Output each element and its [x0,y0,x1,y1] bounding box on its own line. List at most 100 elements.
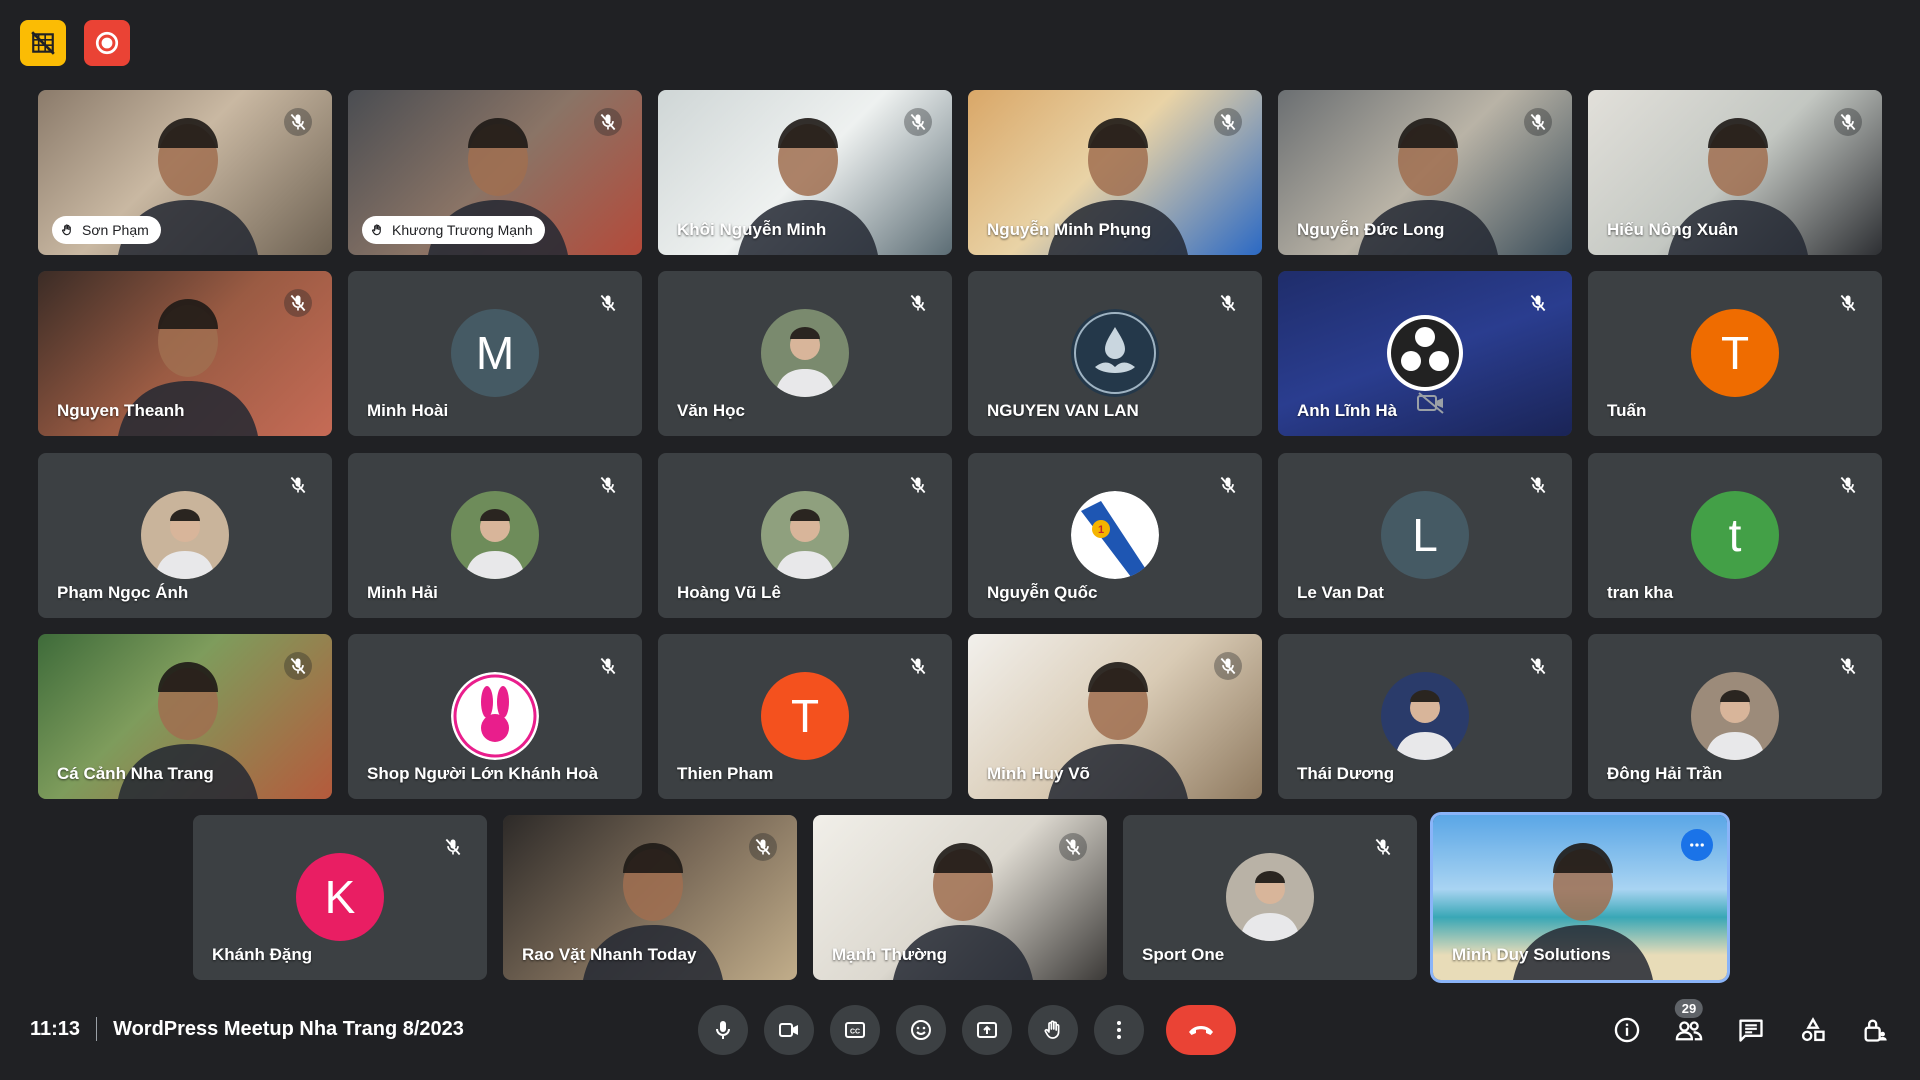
participant-tile[interactable]: Cá Cảnh Nha Trang [38,634,332,799]
participant-tile[interactable]: T Thien Pham [658,634,952,799]
participant-name: NGUYEN VAN LAN [987,401,1139,420]
participant-tile[interactable]: Nguyễn Đức Long [1278,90,1572,255]
activities-button[interactable] [1788,1005,1838,1055]
participant-name: Minh Hoài [367,401,449,420]
raise-hand-button[interactable] [1028,1005,1078,1055]
mic-off-icon [445,838,461,856]
participant-name: Nguyễn Minh Phụng [987,220,1152,239]
participant-name: tran kha [1607,583,1674,602]
participant-name: Minh Duy Solutions [1452,945,1611,964]
mic-muted-indicator [594,471,622,499]
participant-tile[interactable]: Minh Duy Solutions [1433,815,1727,980]
captions-button[interactable]: CC [830,1005,880,1055]
mic-muted-indicator [904,108,932,136]
participant-tile[interactable]: NGUYEN VAN LAN [968,271,1262,436]
leave-call-button[interactable] [1166,1005,1236,1055]
avatar-letter: T [790,690,820,742]
participant-tile[interactable]: Sport One [1123,815,1417,980]
mic-off-icon [600,476,616,494]
participant-count-badge: 29 [1674,999,1704,1018]
captions-icon: CC [845,1022,865,1038]
profile-photo [1381,672,1469,760]
participant-name: Anh Lĩnh Hà [1297,401,1398,420]
reactions-button[interactable] [896,1005,946,1055]
mic-off-icon [1220,294,1236,312]
participant-name: Phạm Ngọc Ánh [57,583,189,602]
chat-button[interactable] [1726,1005,1776,1055]
participant-tile[interactable]: Phạm Ngọc Ánh [38,453,332,618]
participant-name: Nguyen Theanh [57,401,185,420]
participant-name: Hiếu Nông Xuân [1607,220,1739,239]
emoji-icon [911,1020,931,1040]
meeting-time: 11:13 [30,1017,81,1040]
tile-options-button[interactable] [1681,829,1713,861]
initial-avatar: M [451,309,539,397]
participant-tile[interactable]: T Tuấn [1588,271,1882,436]
mic-muted-indicator [1834,652,1862,680]
participant-tile[interactable]: L Le Van Dat [1278,453,1572,618]
mic-off-icon [1375,838,1391,856]
participant-tile[interactable]: Thái Dương [1278,634,1572,799]
recording-badge[interactable] [84,20,130,66]
present-button[interactable] [962,1005,1012,1055]
participant-tile[interactable]: Khôi Nguyễn Minh [658,90,952,255]
photo-avatar [1381,672,1469,760]
more-horiz-icon [1690,843,1704,847]
host-controls-button[interactable] [1850,1005,1900,1055]
more-options-button[interactable] [1094,1005,1144,1055]
profile-photo [761,491,849,579]
mic-muted-indicator [594,289,622,317]
profile-photo [451,491,539,579]
photo-avatar [761,309,849,397]
meeting-details-button[interactable] [1602,1005,1652,1055]
initial-avatar: T [761,672,849,760]
participant-tile[interactable]: Hiếu Nông Xuân [1588,90,1882,255]
svg-text:CC: CC [850,1029,860,1036]
participant-name: Văn Học [677,401,746,420]
participant-tile[interactable]: Rao Vặt Nhanh Today [503,815,797,980]
shapes-icon [1801,1017,1825,1042]
participant-tile[interactable]: K Khánh Đặng [193,815,487,980]
people-button[interactable]: 29 [1664,999,1714,1055]
mic-off-icon [1530,657,1546,675]
participant-name: Đông Hải Trần [1607,764,1723,783]
participant-tile[interactable]: Đông Hải Trần [1588,634,1882,799]
participant-tile[interactable]: Shop Người Lớn Khánh Hoà [348,634,642,799]
participant-tile[interactable]: Sơn Phạm [38,90,332,255]
participant-tile[interactable]: Minh Huy Võ [968,634,1262,799]
participant-tile[interactable]: Nguyễn Minh Phụng [968,90,1262,255]
camera-button[interactable] [764,1005,814,1055]
participant-tile[interactable]: Anh Lĩnh Hà [1278,271,1572,436]
bunny-logo-icon [451,672,539,760]
profile-photo [141,491,229,579]
participant-name: Minh Huy Võ [987,764,1090,783]
mic-off-icon [290,294,306,312]
participant-tile[interactable]: Nguyen Theanh [38,271,332,436]
participant-name: Shop Người Lớn Khánh Hoà [367,764,599,783]
photo-avatar [141,491,229,579]
hand-icon [1044,1020,1060,1039]
participant-tile[interactable]: Mạnh Thường [813,815,1107,980]
mic-off-icon [1220,657,1236,675]
obs-logo-icon [1387,315,1463,391]
mic-off-icon [910,657,926,675]
participant-tile[interactable]: Khương Trương Mạnh [348,90,642,255]
photo-avatar [1226,853,1314,941]
participant-tile[interactable]: Minh Hải [348,453,642,618]
participant-tile[interactable]: t tran kha [1588,453,1882,618]
participant-name: Nguyễn Đức Long [1297,220,1445,239]
participant-name: Khương Trương Mạnh [392,222,533,238]
microphone-button[interactable] [698,1005,748,1055]
mic-muted-indicator [1214,108,1242,136]
participant-name: Sport One [1142,945,1225,964]
camera-off-icon [1417,392,1444,414]
participant-tile[interactable]: Hoàng Vũ Lê [658,453,952,618]
participant-tile[interactable]: 1 Nguyễn Quốc [968,453,1262,618]
mic-off-icon [910,476,926,494]
participant-tile[interactable]: M Minh Hoài [348,271,642,436]
logo-avatar [1071,309,1159,397]
participant-tile[interactable]: Văn Học [658,271,952,436]
no-video-feed-badge[interactable] [20,20,66,66]
participant-name: Tuấn [1607,401,1647,420]
participant-name: Nguyễn Quốc [987,583,1098,602]
